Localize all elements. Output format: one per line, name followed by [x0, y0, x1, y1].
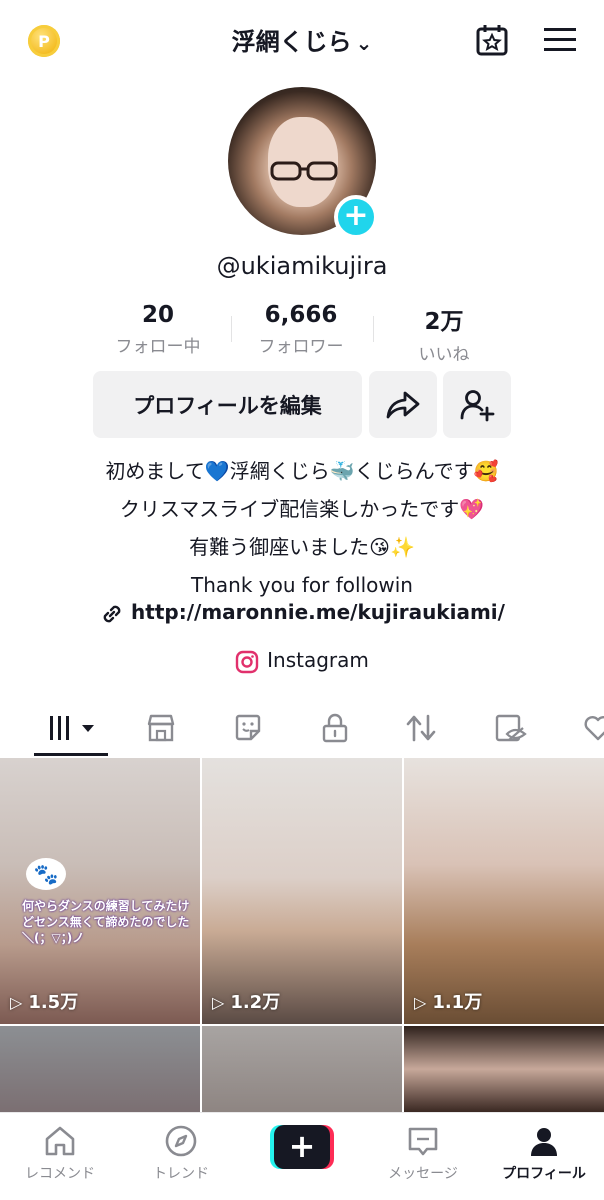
view-count-text: 1.1万: [432, 992, 483, 1013]
likes-stat[interactable]: 2万 いいね: [374, 302, 514, 365]
create-button[interactable]: +: [270, 1125, 334, 1169]
edit-profile-button[interactable]: プロフィールを編集: [93, 371, 362, 438]
profile-stats: 20 フォロー中 6,666 フォロワー 2万 いいね: [0, 302, 604, 365]
view-count: ▷ 1.1万: [414, 988, 482, 1014]
nav-trend[interactable]: トレンド: [121, 1121, 241, 1183]
stat-divider: [231, 316, 232, 342]
video-caption: 何やらダンスの練習してみたけどセンス無くて諦めたのでした＼(；▽；)ノ: [22, 899, 190, 945]
liked-heart-icon: [584, 716, 604, 741]
followers-count: 6,666: [264, 302, 338, 328]
edit-profile-label: プロフィールを編集: [133, 393, 322, 418]
stat-divider: [373, 316, 374, 342]
video-thumbnail[interactable]: [202, 1026, 402, 1112]
account-switcher[interactable]: 浮網くじら ⌄: [0, 22, 604, 57]
view-count-text: 1.2万: [230, 992, 281, 1013]
top-bar: P 浮網くじら ⌄: [0, 0, 604, 80]
video-thumbnail[interactable]: 🐾 何やらダンスの練習してみたけどセンス無くて諦めたのでした＼(；▽；)ノ ▷ 1…: [0, 758, 200, 1024]
likes-count: 2万: [424, 309, 464, 335]
videos-grid-icon: [50, 716, 94, 740]
video-thumbnail[interactable]: [404, 1026, 604, 1112]
instagram-icon: [235, 650, 259, 673]
avatar-glasses: [270, 161, 338, 181]
repost-icon: [406, 714, 436, 742]
hidden-eye-icon: [495, 714, 527, 742]
play-icon: ▷: [212, 993, 225, 1012]
nav-inbox[interactable]: メッセージ: [363, 1121, 483, 1183]
video-thumbnail[interactable]: ▷ 1.2万: [202, 758, 402, 1024]
add-person-icon: [460, 389, 495, 421]
link-text: http://maronnie.me/kujiraukiami/: [131, 600, 505, 624]
nav-profile-label: プロフィール: [502, 1166, 586, 1182]
sticker-icon: [235, 714, 261, 741]
username: @ukiamikujira: [216, 252, 388, 280]
compass-icon: [165, 1125, 197, 1157]
chevron-down-icon: ⌄: [355, 31, 373, 55]
following-count: 20: [141, 302, 174, 328]
calendar-star-icon[interactable]: [474, 22, 510, 58]
home-icon: [45, 1126, 75, 1156]
video-thumbnail[interactable]: [0, 1026, 200, 1112]
lock-icon: [322, 713, 348, 743]
tab-liked[interactable]: [578, 710, 604, 746]
profile-person-icon: [531, 1128, 557, 1156]
following-stat[interactable]: 20 フォロー中: [88, 302, 228, 357]
add-friend-button[interactable]: [443, 371, 511, 438]
view-count-text: 1.5万: [28, 992, 79, 1013]
account-name: 浮網くじら: [231, 28, 352, 56]
share-profile-button[interactable]: [369, 371, 437, 438]
play-icon: ▷: [10, 993, 23, 1012]
video-thumbnail[interactable]: ▷ 1.1万: [404, 758, 604, 1024]
likes-label: いいね: [418, 345, 470, 365]
nav-inbox-label: メッセージ: [388, 1166, 458, 1182]
shop-icon: [147, 714, 175, 742]
profile-link[interactable]: http://maronnie.me/kujiraukiami/: [0, 600, 604, 627]
plus-icon: +: [343, 198, 369, 233]
instagram-link[interactable]: Instagram: [0, 648, 604, 674]
add-avatar-button[interactable]: +: [334, 195, 378, 239]
play-icon: ▷: [414, 993, 427, 1012]
nav-trend-label: トレンド: [153, 1166, 209, 1182]
tab-active-indicator: [34, 753, 108, 756]
bio-line: 初めまして💙浮網くじら🐳くじらんです🥰: [105, 459, 499, 483]
nav-profile[interactable]: プロフィール: [484, 1121, 604, 1183]
followers-label: フォロワー: [258, 337, 344, 357]
tab-stickers[interactable]: [228, 710, 268, 746]
paw-sticker: 🐾: [26, 858, 66, 890]
tab-videos[interactable]: [46, 710, 100, 746]
link-chain-icon: [103, 605, 121, 622]
following-label: フォロー中: [115, 337, 201, 357]
profile-tabs: [0, 700, 604, 756]
create-plus-icon: +: [274, 1125, 330, 1169]
bio-line: クリスマスライブ配信楽しかったです💖: [119, 497, 485, 521]
view-count: ▷ 1.2万: [212, 988, 280, 1014]
inbox-message-icon: [408, 1127, 438, 1156]
tab-shop[interactable]: [141, 710, 181, 746]
nav-home-label: レコメンド: [25, 1166, 95, 1182]
tab-reposts[interactable]: [401, 710, 441, 746]
instagram-label: Instagram: [267, 648, 369, 672]
bio-line: Thank you for followin: [191, 573, 413, 597]
bio: 初めまして💙浮網くじら🐳くじらんです🥰 クリスマスライブ配信楽しかったです💖 有…: [0, 452, 604, 604]
followers-stat[interactable]: 6,666 フォロワー: [231, 302, 371, 357]
bio-line: 有難う御座いました😘✨: [189, 535, 415, 559]
share-arrow-icon: [386, 391, 420, 418]
hamburger-menu-icon[interactable]: [543, 26, 577, 54]
tab-hidden[interactable]: [490, 710, 530, 746]
view-count: ▷ 1.5万: [10, 988, 78, 1014]
nav-home[interactable]: レコメンド: [0, 1121, 120, 1183]
tab-private[interactable]: [315, 710, 355, 746]
bottom-nav: レコメンド トレンド + メッセージ プロフィール: [0, 1112, 604, 1200]
